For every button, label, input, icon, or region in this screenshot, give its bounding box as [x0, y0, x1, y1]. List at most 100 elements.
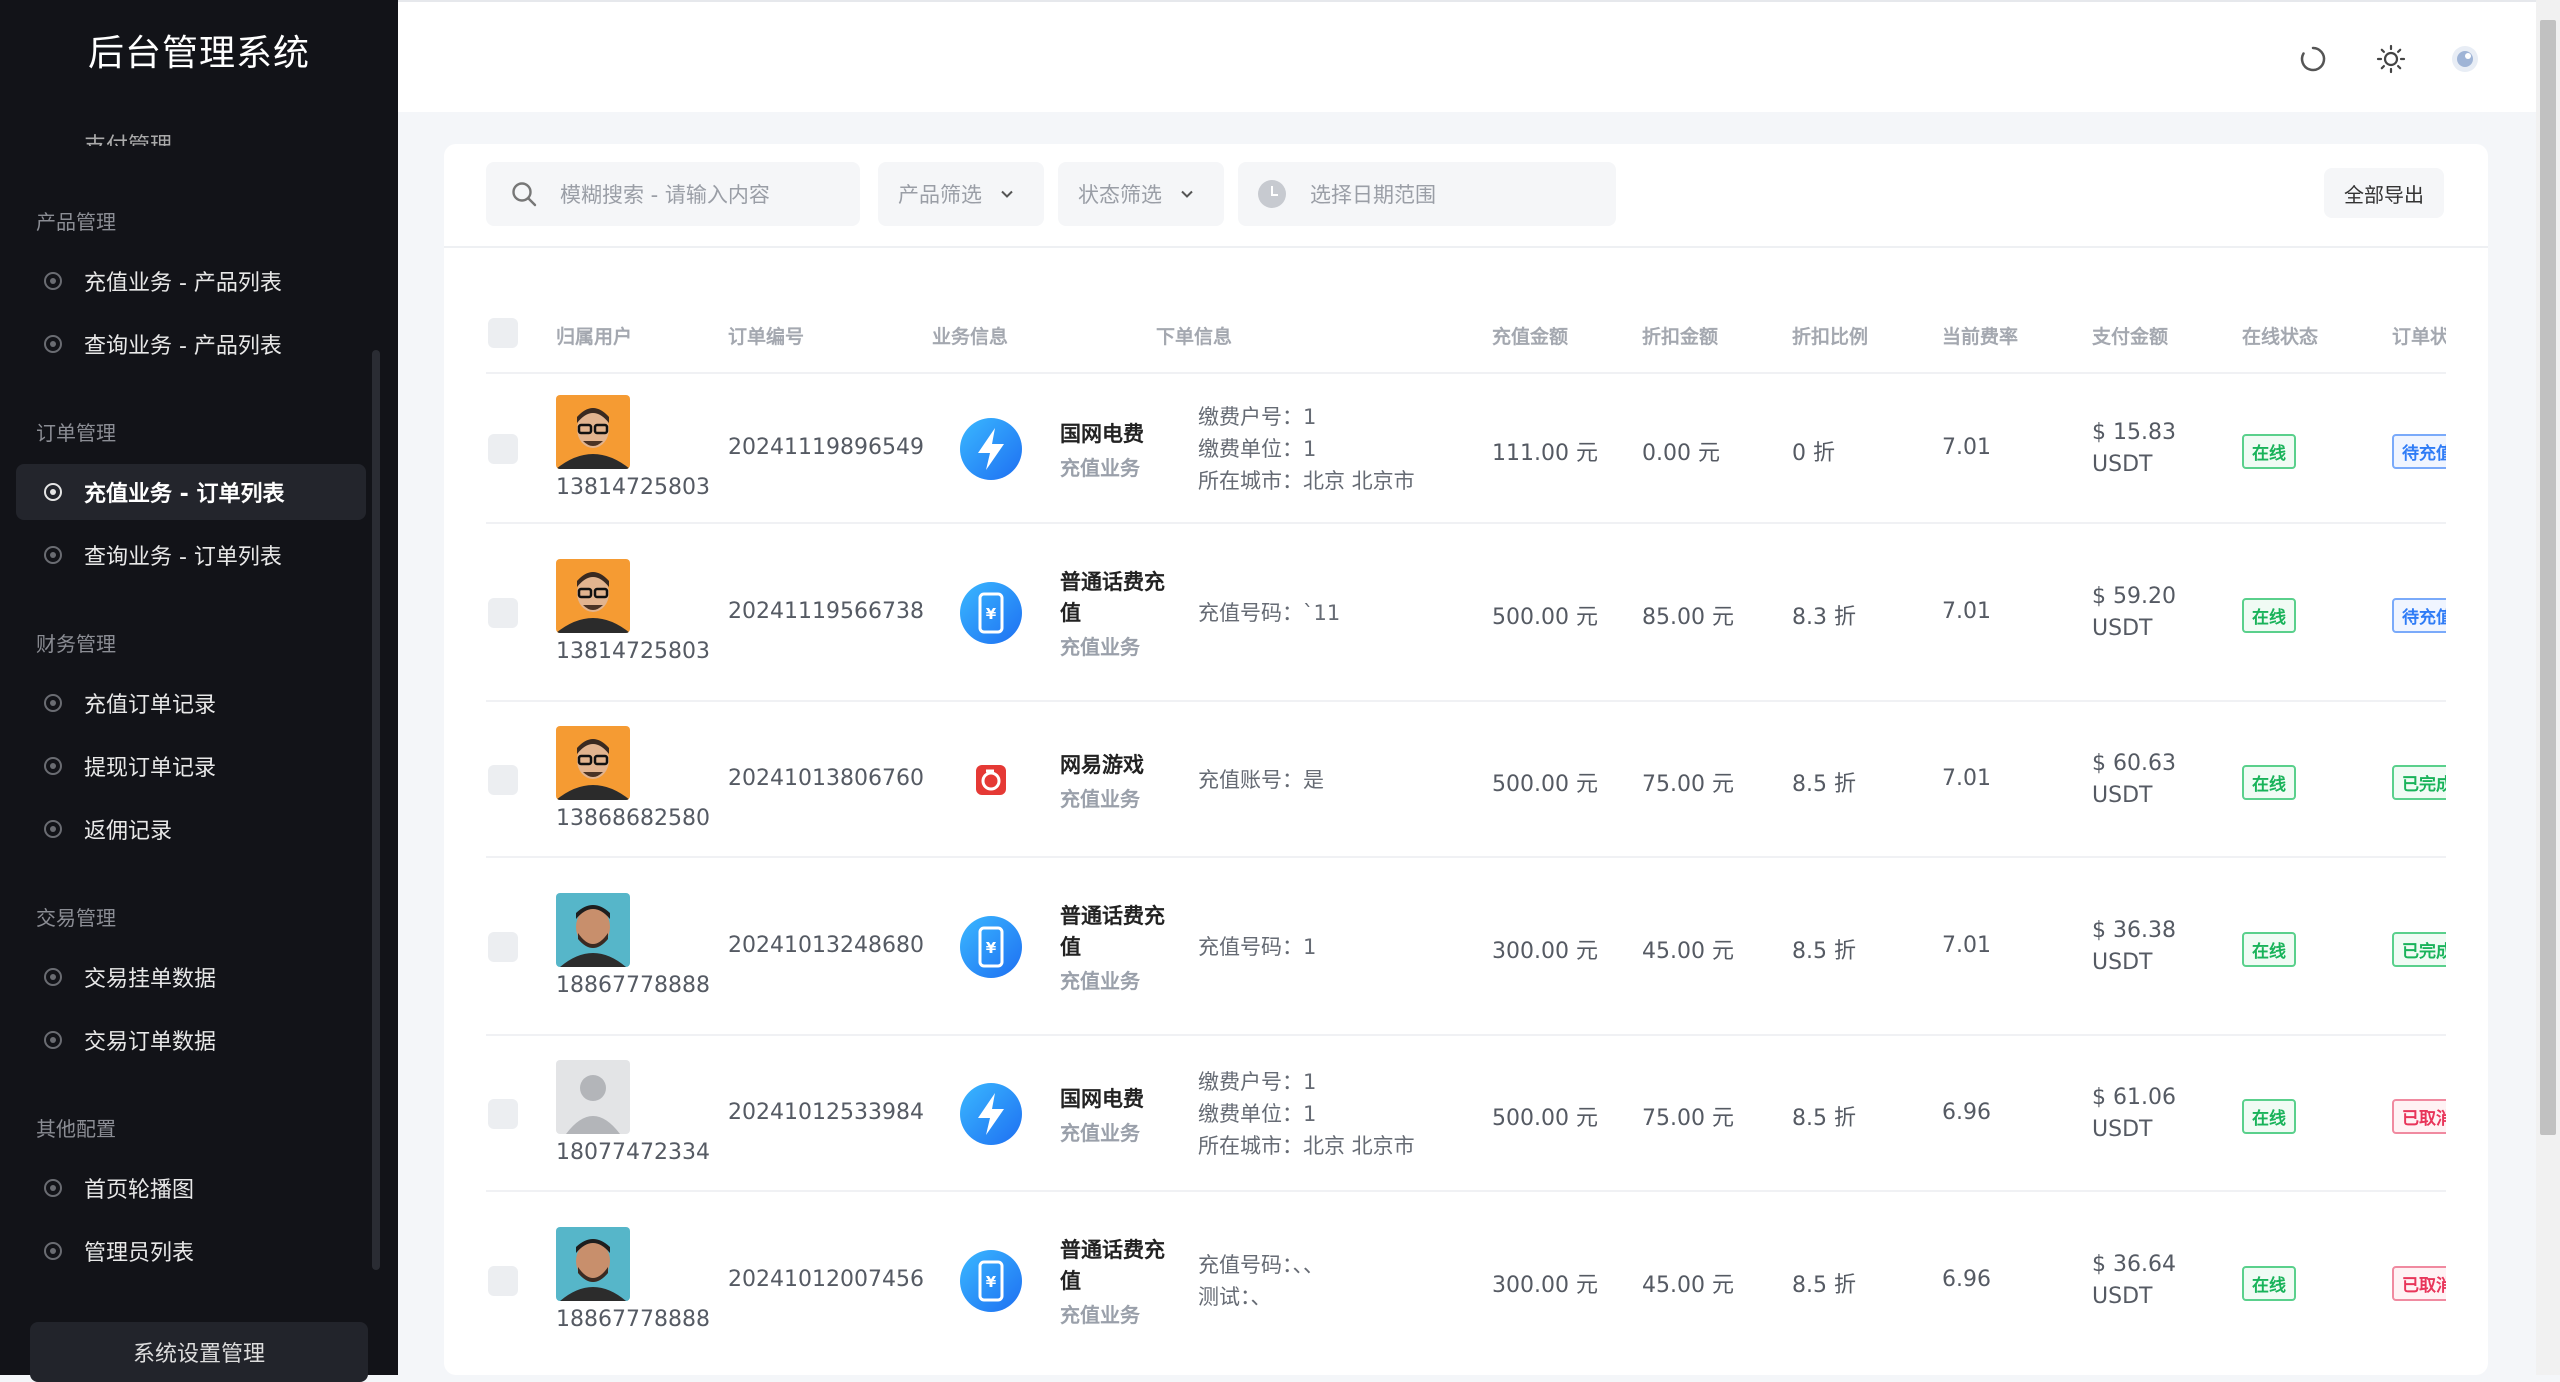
- circle-icon: [44, 1179, 62, 1197]
- row-checkbox[interactable]: [488, 598, 518, 628]
- group-title-trade: 交易管理: [36, 906, 116, 930]
- filter-toolbar: 模糊搜索 - 请输入内容 产品筛选 状态筛选 选择日期范围 全部导出: [444, 144, 2488, 248]
- discount-ratio: 8.5 折: [1792, 939, 1856, 964]
- order-info-line: 缴费单位：1: [1198, 1102, 1317, 1126]
- orders-card: 模糊搜索 - 请输入内容 产品筛选 状态筛选 选择日期范围 全部导出 归属用户 …: [444, 144, 2488, 1375]
- sun-icon[interactable]: [2376, 44, 2406, 74]
- payment-amount: $ 61.06 USDT: [2092, 1082, 2176, 1146]
- order-status-badge: 待充值: [2392, 598, 2446, 633]
- search-input[interactable]: 模糊搜索 - 请输入内容: [486, 162, 860, 226]
- row-checkbox[interactable]: [488, 1099, 518, 1129]
- current-rate: 7.01: [1942, 435, 1991, 460]
- business-name: 普通话费充值: [1060, 570, 1165, 625]
- business-name: 网易游戏: [1060, 752, 1144, 777]
- circle-icon: [44, 968, 62, 986]
- sidebar-item-commission-records[interactable]: 返佣记录: [16, 801, 366, 857]
- system-settings-button[interactable]: 系统设置管理: [30, 1322, 368, 1382]
- business-type: 充值业务: [1060, 786, 1140, 811]
- current-rate: 7.01: [1942, 933, 1991, 958]
- top-header: [398, 0, 2538, 112]
- sidebar-scrollbar[interactable]: [372, 350, 380, 1270]
- column-header: 当前费率: [1942, 326, 2019, 348]
- order-info-line: 充值号码：、、: [1198, 1253, 1324, 1277]
- row-checkbox[interactable]: [488, 765, 518, 795]
- payment-amount: $ 15.83 USDT: [2092, 417, 2176, 481]
- avatar: [556, 726, 630, 800]
- status-filter-select[interactable]: 状态筛选: [1058, 162, 1224, 226]
- avatar: [556, 559, 630, 633]
- user-avatar-icon[interactable]: [2450, 44, 2480, 74]
- sidebar-item-admins[interactable]: 管理员列表: [16, 1223, 366, 1279]
- row-checkbox[interactable]: [488, 932, 518, 962]
- recharge-amount: 500.00 元: [1492, 1106, 1598, 1131]
- brand-title: 后台管理系统: [87, 33, 310, 74]
- avatar: [556, 1227, 630, 1301]
- recharge-amount: 500.00 元: [1492, 772, 1598, 797]
- online-status-badge: 在线: [2242, 765, 2296, 800]
- column-header: 业务信息: [932, 326, 1009, 348]
- business-type: 充值业务: [1060, 635, 1140, 659]
- lightning-icon: [960, 418, 1022, 480]
- row-checkbox[interactable]: [488, 1266, 518, 1296]
- sidebar-item-trade-pending[interactable]: 交易挂单数据: [16, 949, 366, 1005]
- sidebar-item-withdraw-records[interactable]: 提现订单记录: [16, 738, 366, 794]
- payment-amount: $ 36.38 USDT: [2092, 915, 2176, 979]
- order-info-line: 缴费单位：1: [1198, 437, 1317, 461]
- sidebar-item-query-orders[interactable]: 查询业务 - 订单列表: [16, 527, 366, 583]
- svg-text:¥: ¥: [986, 605, 997, 623]
- sidebar-item-banner[interactable]: 首页轮播图: [16, 1160, 366, 1216]
- table-row[interactable]: 13868682580 20241013806760 网易游戏 充值业务 充值账号：是 5…: [486, 700, 2446, 856]
- page-scrollbar-thumb[interactable]: [2540, 20, 2556, 1135]
- sidebar-item-trade-orders[interactable]: 交易订单数据: [16, 1012, 366, 1068]
- circle-icon: [44, 694, 62, 712]
- online-status-badge: 在线: [2242, 932, 2296, 967]
- circle-icon: [44, 1031, 62, 1049]
- payment-currency: USDT: [2092, 950, 2153, 975]
- discount-ratio: 8.5 折: [1792, 1106, 1856, 1131]
- payment-value: $ 15.83: [2092, 420, 2176, 445]
- order-number: 20241119896549: [728, 435, 924, 460]
- payment-amount: $ 60.63 USDT: [2092, 748, 2176, 812]
- payment-value: $ 36.64: [2092, 1252, 2176, 1277]
- table-row[interactable]: 13814725803 20241119566738 ¥ 普通话费充值 充值业务 充值号码…: [486, 522, 2446, 700]
- select-all-checkbox[interactable]: [488, 318, 518, 348]
- column-header: 归属用户: [556, 326, 633, 348]
- order-info: 充值号码：1: [1198, 931, 1316, 963]
- column-header: 充值金额: [1492, 326, 1569, 348]
- sidebar-item-payment-partial[interactable]: 支付管理: [44, 118, 364, 146]
- group-title-product: 产品管理: [36, 210, 116, 234]
- sidebar-item-recharge-products[interactable]: 充值业务 - 产品列表: [16, 253, 366, 309]
- row-checkbox[interactable]: [488, 434, 518, 464]
- product-filter-select[interactable]: 产品筛选: [878, 162, 1044, 226]
- table-row[interactable]: 13814725803 20241119896549 国网电费 充值业务 缴费户号：1 缴…: [486, 372, 2446, 522]
- table-row[interactable]: 18077472334 20241012533984 国网电费 充值业务 缴费户号：1 缴…: [486, 1034, 2446, 1190]
- payment-currency: USDT: [2092, 783, 2153, 808]
- sidebar-item-recharge-records[interactable]: 充值订单记录: [16, 675, 366, 731]
- order-status-badge: 已取消: [2392, 1099, 2446, 1134]
- sidebar-item-query-products[interactable]: 查询业务 - 产品列表: [16, 316, 366, 372]
- discount-amount: 45.00 元: [1642, 939, 1734, 964]
- business-name: 国网电费: [1060, 1086, 1144, 1111]
- table-row[interactable]: 18867778888 20241012007456 ¥ 普通话费充值 充值业务 充值号码…: [486, 1190, 2446, 1368]
- group-title-orders: 订单管理: [36, 421, 116, 445]
- date-range-input[interactable]: 选择日期范围: [1238, 162, 1616, 226]
- export-all-button[interactable]: 全部导出: [2324, 168, 2444, 218]
- sidebar-item-recharge-orders[interactable]: 充值业务 - 订单列表: [16, 464, 366, 520]
- order-info-line: 充值账号：是: [1198, 768, 1324, 792]
- refresh-icon[interactable]: [2298, 44, 2328, 74]
- current-rate: 7.01: [1942, 766, 1991, 791]
- table-row[interactable]: 18867778888 20241013248680 ¥ 普通话费充值 充值业务 充值号码…: [486, 856, 2446, 1034]
- online-status-badge: 在线: [2242, 598, 2296, 633]
- chevron-down-icon: [1001, 190, 1013, 198]
- circle-icon: [44, 757, 62, 775]
- order-status-badge: 已完成: [2392, 932, 2446, 967]
- table-header: 归属用户 订单编号 业务信息 下单信息 充值金额 折扣金额 折扣比例 当前费率 …: [486, 292, 2446, 372]
- page-scrollbar[interactable]: [2536, 0, 2560, 1375]
- user-phone: 18867778888: [556, 1307, 710, 1332]
- circle-icon: [44, 483, 62, 501]
- circle-icon: [44, 1242, 62, 1260]
- order-info: 充值号码：`11: [1198, 597, 1340, 629]
- group-title-other: 其他配置: [36, 1117, 116, 1141]
- phone-icon: ¥: [960, 1250, 1022, 1312]
- order-status-badge: 已完成: [2392, 765, 2446, 800]
